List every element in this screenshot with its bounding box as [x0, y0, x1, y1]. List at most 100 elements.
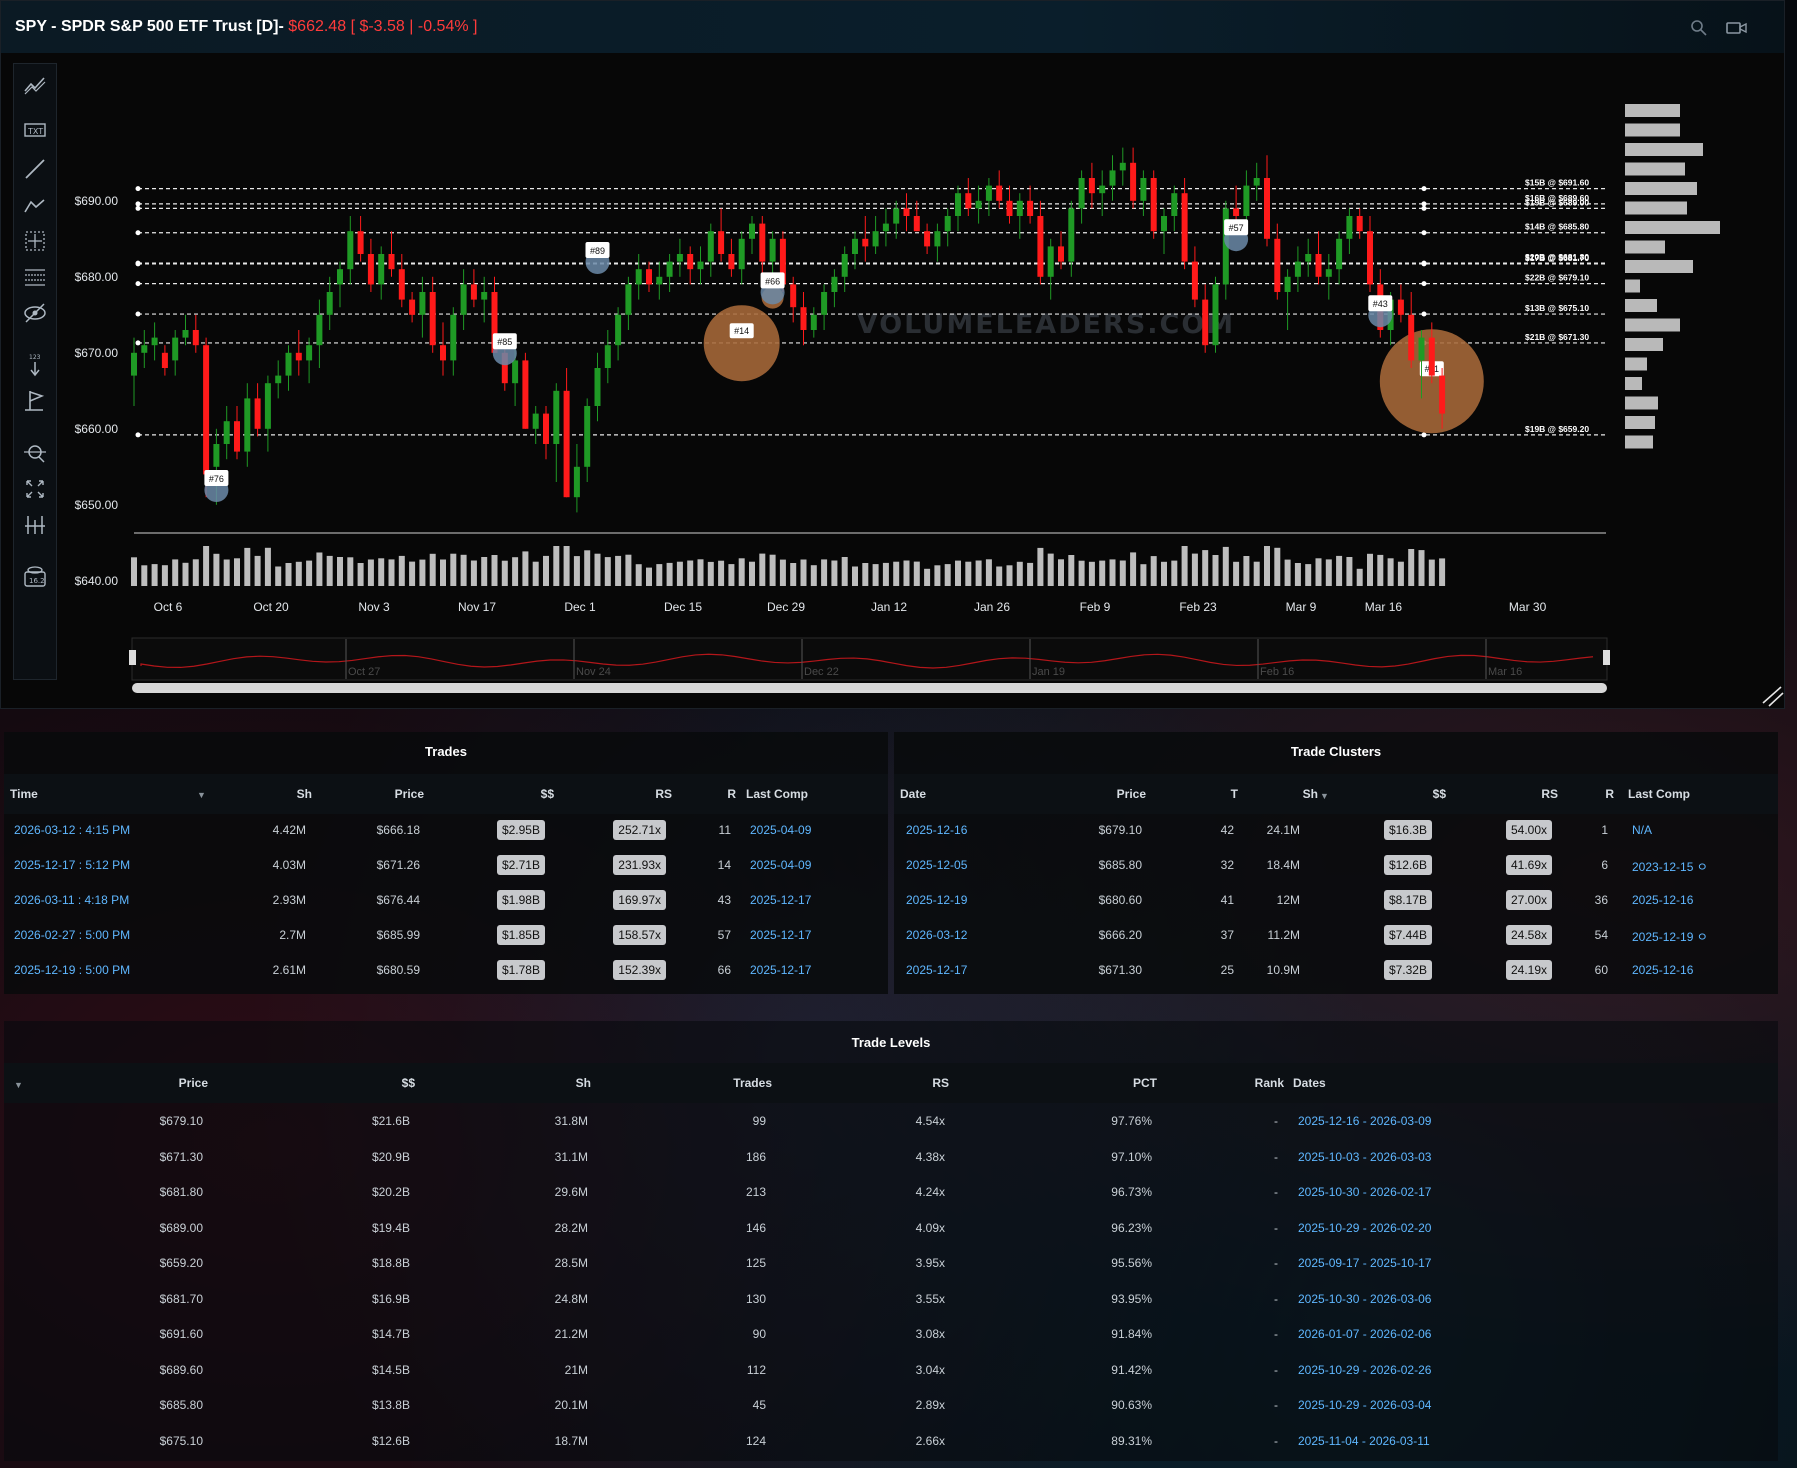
navigator-label[interactable]: Jan 19	[1032, 666, 1065, 678]
volume-bar	[646, 567, 652, 586]
navigator-label[interactable]: Mar 16	[1488, 666, 1522, 678]
column-header[interactable]: Last Comp	[746, 787, 808, 801]
column-header[interactable]: RS	[932, 1076, 949, 1090]
level-line-dot	[1421, 311, 1427, 317]
level-dates-link[interactable]: 2025-11-04 - 2026-03-11	[1298, 1434, 1430, 1448]
column-header[interactable]: Sh	[297, 787, 312, 801]
navigator-label[interactable]: Nov 24	[576, 666, 611, 678]
volume-bar	[460, 554, 467, 586]
column-header[interactable]: Sh	[576, 1076, 591, 1090]
cluster-date-link[interactable]: 2025-12-17	[906, 963, 967, 977]
volume-profile-bar	[1625, 123, 1680, 137]
sort-desc-icon[interactable]: ▼	[197, 790, 206, 800]
volume-bar	[955, 560, 961, 586]
column-header[interactable]: Price	[395, 787, 424, 801]
trade-time-link[interactable]: 2025-12-17 : 5:12 PM	[14, 858, 130, 872]
volume-bar	[728, 564, 735, 586]
navigator-handle-right[interactable]	[1603, 650, 1610, 665]
cluster-date-link[interactable]: 2025-12-05	[906, 858, 967, 872]
candle-body	[563, 390, 570, 498]
column-header[interactable]: T	[1231, 787, 1238, 801]
volume-profile-bar	[1625, 338, 1663, 351]
level-price: $691.60	[159, 1327, 203, 1341]
level-pct: 93.95%	[1111, 1291, 1152, 1306]
level-pct: 90.63%	[1111, 1398, 1152, 1412]
candle-body	[1367, 231, 1373, 285]
trade-time-link[interactable]: 2025-12-19 : 5:00 PM	[14, 963, 130, 977]
level-dates-link[interactable]: 2025-10-29 - 2026-03-04	[1298, 1398, 1431, 1412]
cluster-last-comp-link[interactable]: N/A	[1632, 823, 1652, 837]
x-tick-label: Dec 1	[564, 600, 596, 614]
level-dates-link[interactable]: 2025-12-16 - 2026-03-09	[1298, 1114, 1431, 1128]
column-header[interactable]: PCT	[1133, 1076, 1157, 1090]
level-dates-link[interactable]: 2025-10-29 - 2026-02-20	[1298, 1221, 1431, 1235]
clusters-panel: Trade Clusters Date Price T Sh $$ RS R Last Com…	[894, 732, 1778, 994]
trade-last-comp-link[interactable]: 2025-12-17	[750, 963, 811, 977]
sort-desc-icon[interactable]: ▼	[1320, 791, 1329, 801]
column-header[interactable]: Dates	[1293, 1076, 1326, 1090]
column-header[interactable]: R	[727, 787, 736, 801]
volume-bar	[594, 553, 601, 586]
volume-bar	[275, 566, 282, 586]
trade-last-comp-link[interactable]: 2025-04-09	[750, 858, 811, 872]
trade-last-comp-link[interactable]: 2025-04-09	[750, 823, 811, 837]
navigator-scrollbar[interactable]	[132, 683, 1607, 693]
level-dates-link[interactable]: 2025-10-30 - 2026-02-17	[1298, 1185, 1431, 1199]
column-header[interactable]: Rank	[1255, 1076, 1284, 1090]
cluster-price: $666.20	[1098, 928, 1142, 942]
level-pct: 96.23%	[1111, 1220, 1152, 1235]
candle-body	[882, 223, 889, 232]
volume-bar	[903, 560, 910, 586]
navigator-label[interactable]: Feb 16	[1260, 666, 1294, 678]
cluster-last-comp-link[interactable]: 2025-12-16	[1632, 963, 1693, 977]
level-line-dot	[135, 186, 141, 192]
cluster-rank: 36	[1594, 893, 1608, 907]
level-line-dot	[1421, 230, 1427, 236]
level-rank: -	[1274, 1114, 1278, 1128]
cluster-date-link[interactable]: 2025-12-19	[906, 893, 967, 907]
navigator-label[interactable]: Oct 27	[348, 666, 380, 678]
column-header[interactable]: Last Comp	[1628, 787, 1690, 801]
cluster-last-comp-link[interactable]: 2025-12-19 ㅇ	[1632, 928, 1708, 945]
trade-last-comp-link[interactable]: 2025-12-17	[750, 893, 811, 907]
trade-time-link[interactable]: 2026-02-27 : 5:00 PM	[14, 928, 130, 942]
level-shares: 18.7M	[554, 1433, 588, 1448]
column-header[interactable]: R	[1605, 787, 1614, 801]
column-header[interactable]: Time	[10, 787, 38, 801]
level-dates-link[interactable]: 2025-10-03 - 2026-03-03	[1298, 1150, 1431, 1164]
level-dates-link[interactable]: 2025-10-29 - 2026-02-26	[1298, 1363, 1431, 1377]
cluster-last-comp-link[interactable]: 2025-12-16	[1632, 893, 1693, 907]
volume-bar	[450, 553, 457, 586]
level-dates-link[interactable]: 2025-09-17 - 2025-10-17	[1298, 1256, 1431, 1270]
column-header[interactable]: Date	[900, 787, 926, 801]
navigator-label[interactable]: Dec 22	[804, 666, 839, 678]
column-header[interactable]: $$	[1433, 787, 1446, 801]
cluster-date-link[interactable]: 2025-12-16	[906, 823, 967, 837]
cluster-date-link[interactable]: 2026-03-12	[906, 928, 967, 942]
trade-time-link[interactable]: 2026-03-12 : 4:15 PM	[14, 823, 130, 837]
level-dates-link[interactable]: 2025-10-30 - 2026-03-06	[1298, 1292, 1431, 1306]
navigator-handle-left[interactable]	[129, 650, 136, 665]
clusters-title: Trade Clusters	[1290, 744, 1382, 759]
column-header[interactable]: Sh	[1303, 787, 1318, 801]
column-header[interactable]: $$	[402, 1076, 415, 1090]
candle-body	[254, 398, 261, 429]
sort-desc-icon[interactable]: ▼	[14, 1080, 23, 1090]
column-header[interactable]: Price	[1117, 787, 1146, 801]
trade-last-comp-link[interactable]: 2025-12-17	[750, 928, 811, 942]
column-header[interactable]: $$	[541, 787, 554, 801]
candlestick-chart[interactable]: VOLUMELEADERS.COM $690.00 $680.00 $670.00 $6…	[1, 1, 1784, 708]
trade-time-link[interactable]: 2026-03-11 : 4:18 PM	[14, 893, 129, 907]
column-header[interactable]: Trades	[733, 1076, 772, 1090]
cluster-last-comp-link[interactable]: 2023-12-15 ㅇ	[1632, 858, 1708, 875]
volume-bar	[1027, 562, 1034, 586]
volume-bar	[800, 559, 807, 586]
level-dates-link[interactable]: 2026-01-07 - 2026-02-06	[1298, 1327, 1431, 1341]
cluster-trade-count: 32	[1220, 858, 1234, 872]
column-header[interactable]: Price	[179, 1076, 208, 1090]
volume-bar	[1161, 561, 1167, 586]
column-header[interactable]: RS	[655, 787, 672, 801]
volume-bar	[1367, 553, 1373, 586]
candle-body	[800, 307, 807, 330]
column-header[interactable]: RS	[1541, 787, 1558, 801]
